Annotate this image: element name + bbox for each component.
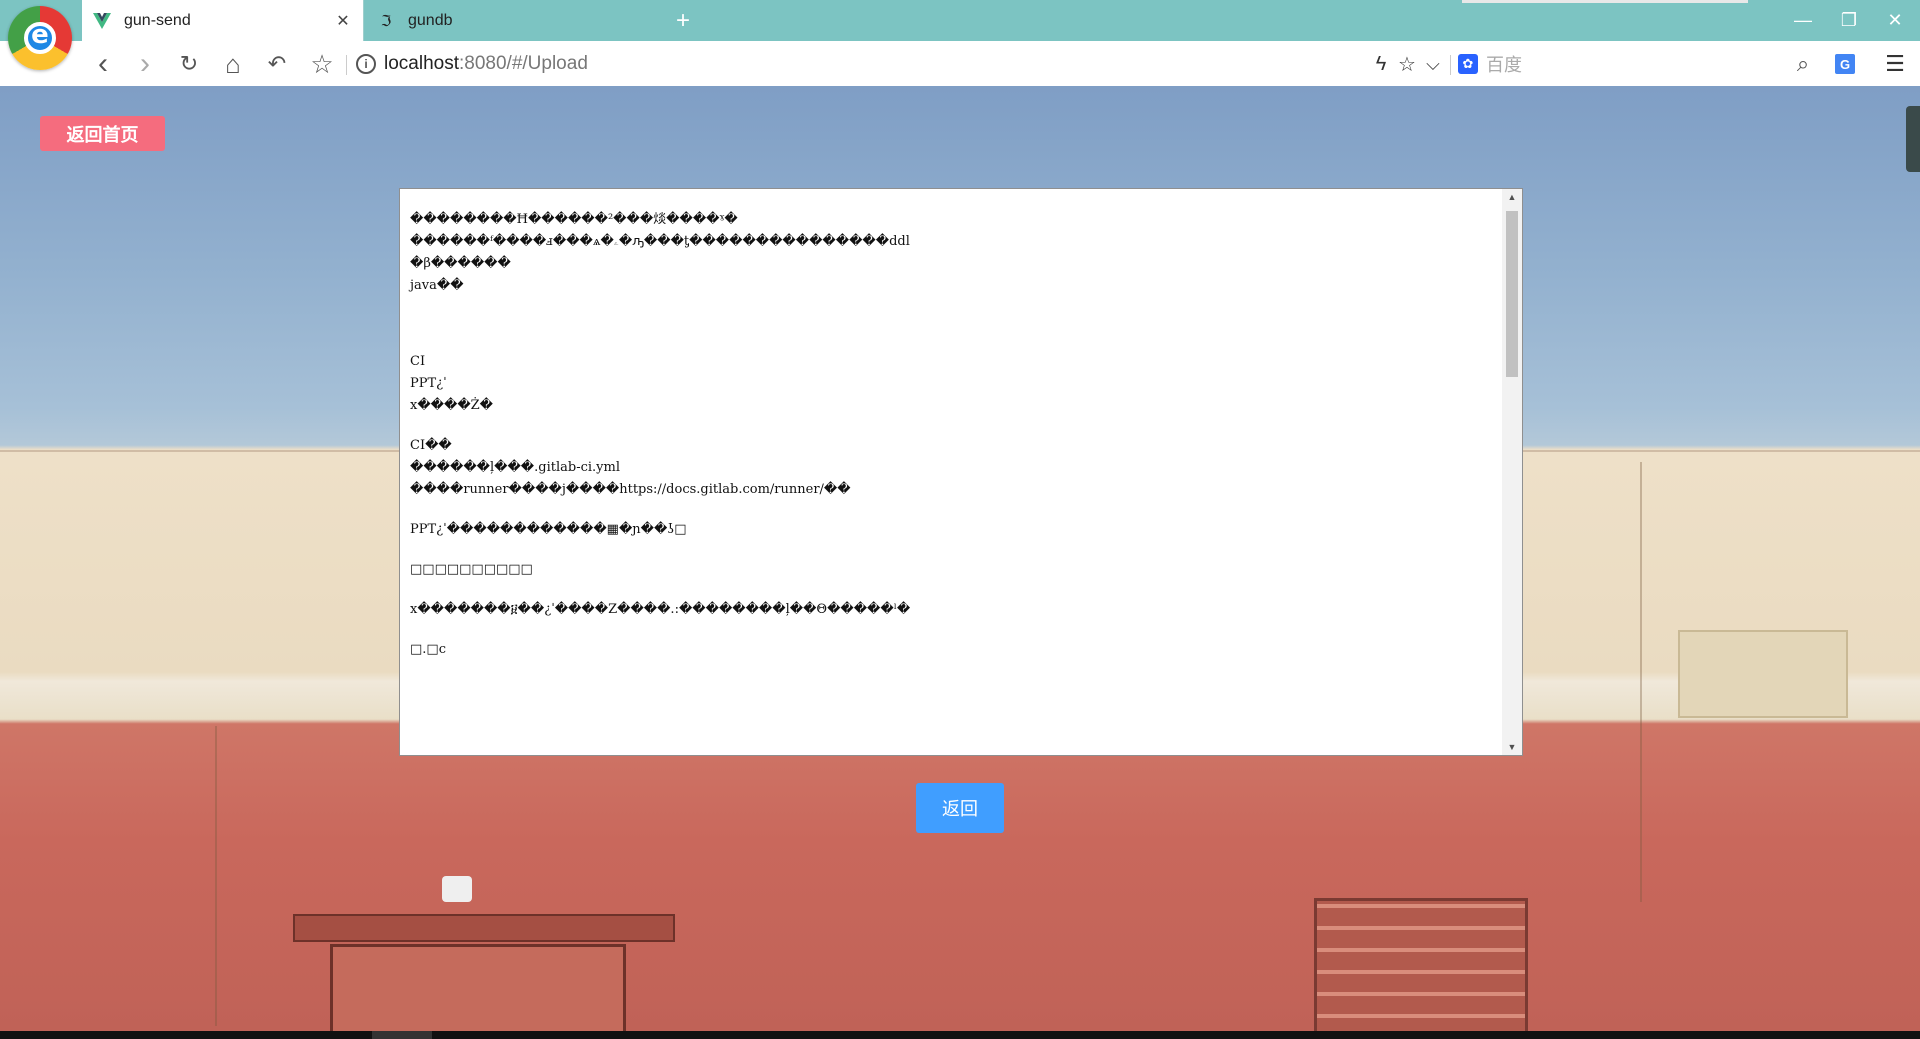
document-line: PPT¿ˈ bbox=[410, 376, 447, 391]
side-indicator bbox=[1906, 106, 1920, 172]
taskbar bbox=[0, 1031, 1920, 1039]
wall-crack bbox=[1640, 462, 1642, 902]
reload-icon[interactable]: ↻ bbox=[172, 47, 206, 81]
document-line: x����Ż� bbox=[410, 398, 494, 413]
page-viewport: 返回首页 ��������Ħ������²���㷋����ˠ� ������ᶠ��… bbox=[0, 86, 1920, 1031]
translate-glyph: G bbox=[1835, 54, 1855, 74]
browser-toolbar: ‹ › ↻ ⌂ ↶ ☆ i localhost :8080/#/Upload ϟ… bbox=[0, 41, 1920, 87]
close-window-button[interactable]: ✕ bbox=[1872, 0, 1918, 41]
chevron-down-icon[interactable]: ⌵ bbox=[1416, 47, 1450, 81]
url-host: localhost bbox=[384, 53, 459, 74]
wall-stain bbox=[442, 876, 472, 902]
back-icon[interactable]: ‹ bbox=[86, 47, 120, 81]
site-info-icon[interactable]: i bbox=[356, 54, 376, 74]
door-awning bbox=[293, 914, 675, 942]
address-bar[interactable]: i localhost :8080/#/Upload bbox=[356, 47, 1356, 81]
menu-icon[interactable]: ☰ bbox=[1878, 47, 1912, 81]
back-button[interactable]: 返回 bbox=[916, 783, 1004, 833]
document-line: ����runner����j����https://docs.gitlab.c… bbox=[410, 482, 851, 497]
search-box[interactable]: ✿ 百度 bbox=[1458, 47, 1798, 81]
door bbox=[330, 944, 626, 1031]
gundb-icon: ℑ bbox=[380, 12, 392, 30]
url-path: :8080/#/Upload bbox=[459, 53, 588, 74]
window-drag-area bbox=[1462, 0, 1748, 3]
document-line: java�� bbox=[410, 278, 464, 293]
search-icon[interactable]: ⌕ bbox=[1786, 47, 1820, 81]
document-line: ������ᶠ����ⅎ���ѧ�ۦ�ԡ���ƫ���������������d… bbox=[410, 234, 910, 249]
tab-label: gun-send bbox=[124, 11, 191, 29]
scrollbar-thumb[interactable] bbox=[1506, 211, 1518, 377]
tab-gun-send[interactable]: gun-send ✕ bbox=[82, 0, 364, 41]
document-line: CI�� bbox=[410, 438, 452, 453]
restore-button[interactable]: ❐ bbox=[1826, 0, 1872, 41]
tab-strip: e gun-send ✕ ℑ gundb + — ❐ ✕ bbox=[0, 0, 1920, 70]
tab-gundb[interactable]: ℑ gundb bbox=[366, 0, 656, 41]
forward-icon[interactable]: › bbox=[128, 47, 162, 81]
vertical-scrollbar[interactable]: ▲ ▼ bbox=[1502, 189, 1522, 755]
tab-label: gundb bbox=[408, 11, 453, 29]
document-line: □□□□□□□□□□ bbox=[410, 562, 533, 577]
file-content: ��������Ħ������²���㷋����ˠ� ������ᶠ����ⅎ��… bbox=[410, 209, 1490, 661]
scroll-down-icon[interactable]: ▼ bbox=[1502, 739, 1522, 755]
browser-logo-icon[interactable]: e bbox=[8, 6, 72, 70]
divider bbox=[346, 55, 347, 75]
divider bbox=[1450, 55, 1451, 75]
document-line: �β������ bbox=[410, 256, 511, 271]
file-preview-textarea[interactable]: ��������Ħ������²���㷋����ˠ� ������ᶠ����ⅎ��… bbox=[399, 188, 1523, 756]
bricked-doorway bbox=[1314, 898, 1528, 1031]
home-icon[interactable]: ⌂ bbox=[216, 47, 250, 81]
document-line: CI bbox=[410, 354, 426, 369]
wall-crack bbox=[215, 726, 217, 1026]
document-line: x�������፱��¿ˈ����Z����.:��������ļ��Θ����… bbox=[410, 602, 911, 617]
document-line: □.□c bbox=[410, 642, 446, 657]
close-tab-icon[interactable]: ✕ bbox=[333, 11, 353, 31]
document-line: ������ļ���.gitlab-ci.yml bbox=[410, 460, 620, 475]
search-placeholder: 百度 bbox=[1486, 55, 1522, 75]
vue-logo-icon bbox=[92, 11, 112, 31]
wall-vent bbox=[1678, 630, 1848, 718]
document-line: PPT¿ˈ������������▦�ɲ��ʖ□ bbox=[410, 522, 687, 537]
undo-close-icon[interactable]: ↶ bbox=[260, 47, 294, 81]
taskbar-item[interactable] bbox=[372, 1031, 432, 1039]
scroll-up-icon[interactable]: ▲ bbox=[1502, 189, 1522, 205]
baidu-paw-icon: ✿ bbox=[1458, 54, 1478, 74]
home-button[interactable]: 返回首页 bbox=[40, 116, 165, 151]
document-line: ��������Ħ������²���㷋����ˠ� bbox=[410, 212, 738, 227]
translate-icon[interactable]: G bbox=[1828, 47, 1862, 81]
new-tab-button[interactable]: + bbox=[668, 6, 698, 36]
minimize-button[interactable]: — bbox=[1780, 0, 1826, 41]
bookmark-star-icon[interactable]: ☆ bbox=[305, 47, 339, 81]
